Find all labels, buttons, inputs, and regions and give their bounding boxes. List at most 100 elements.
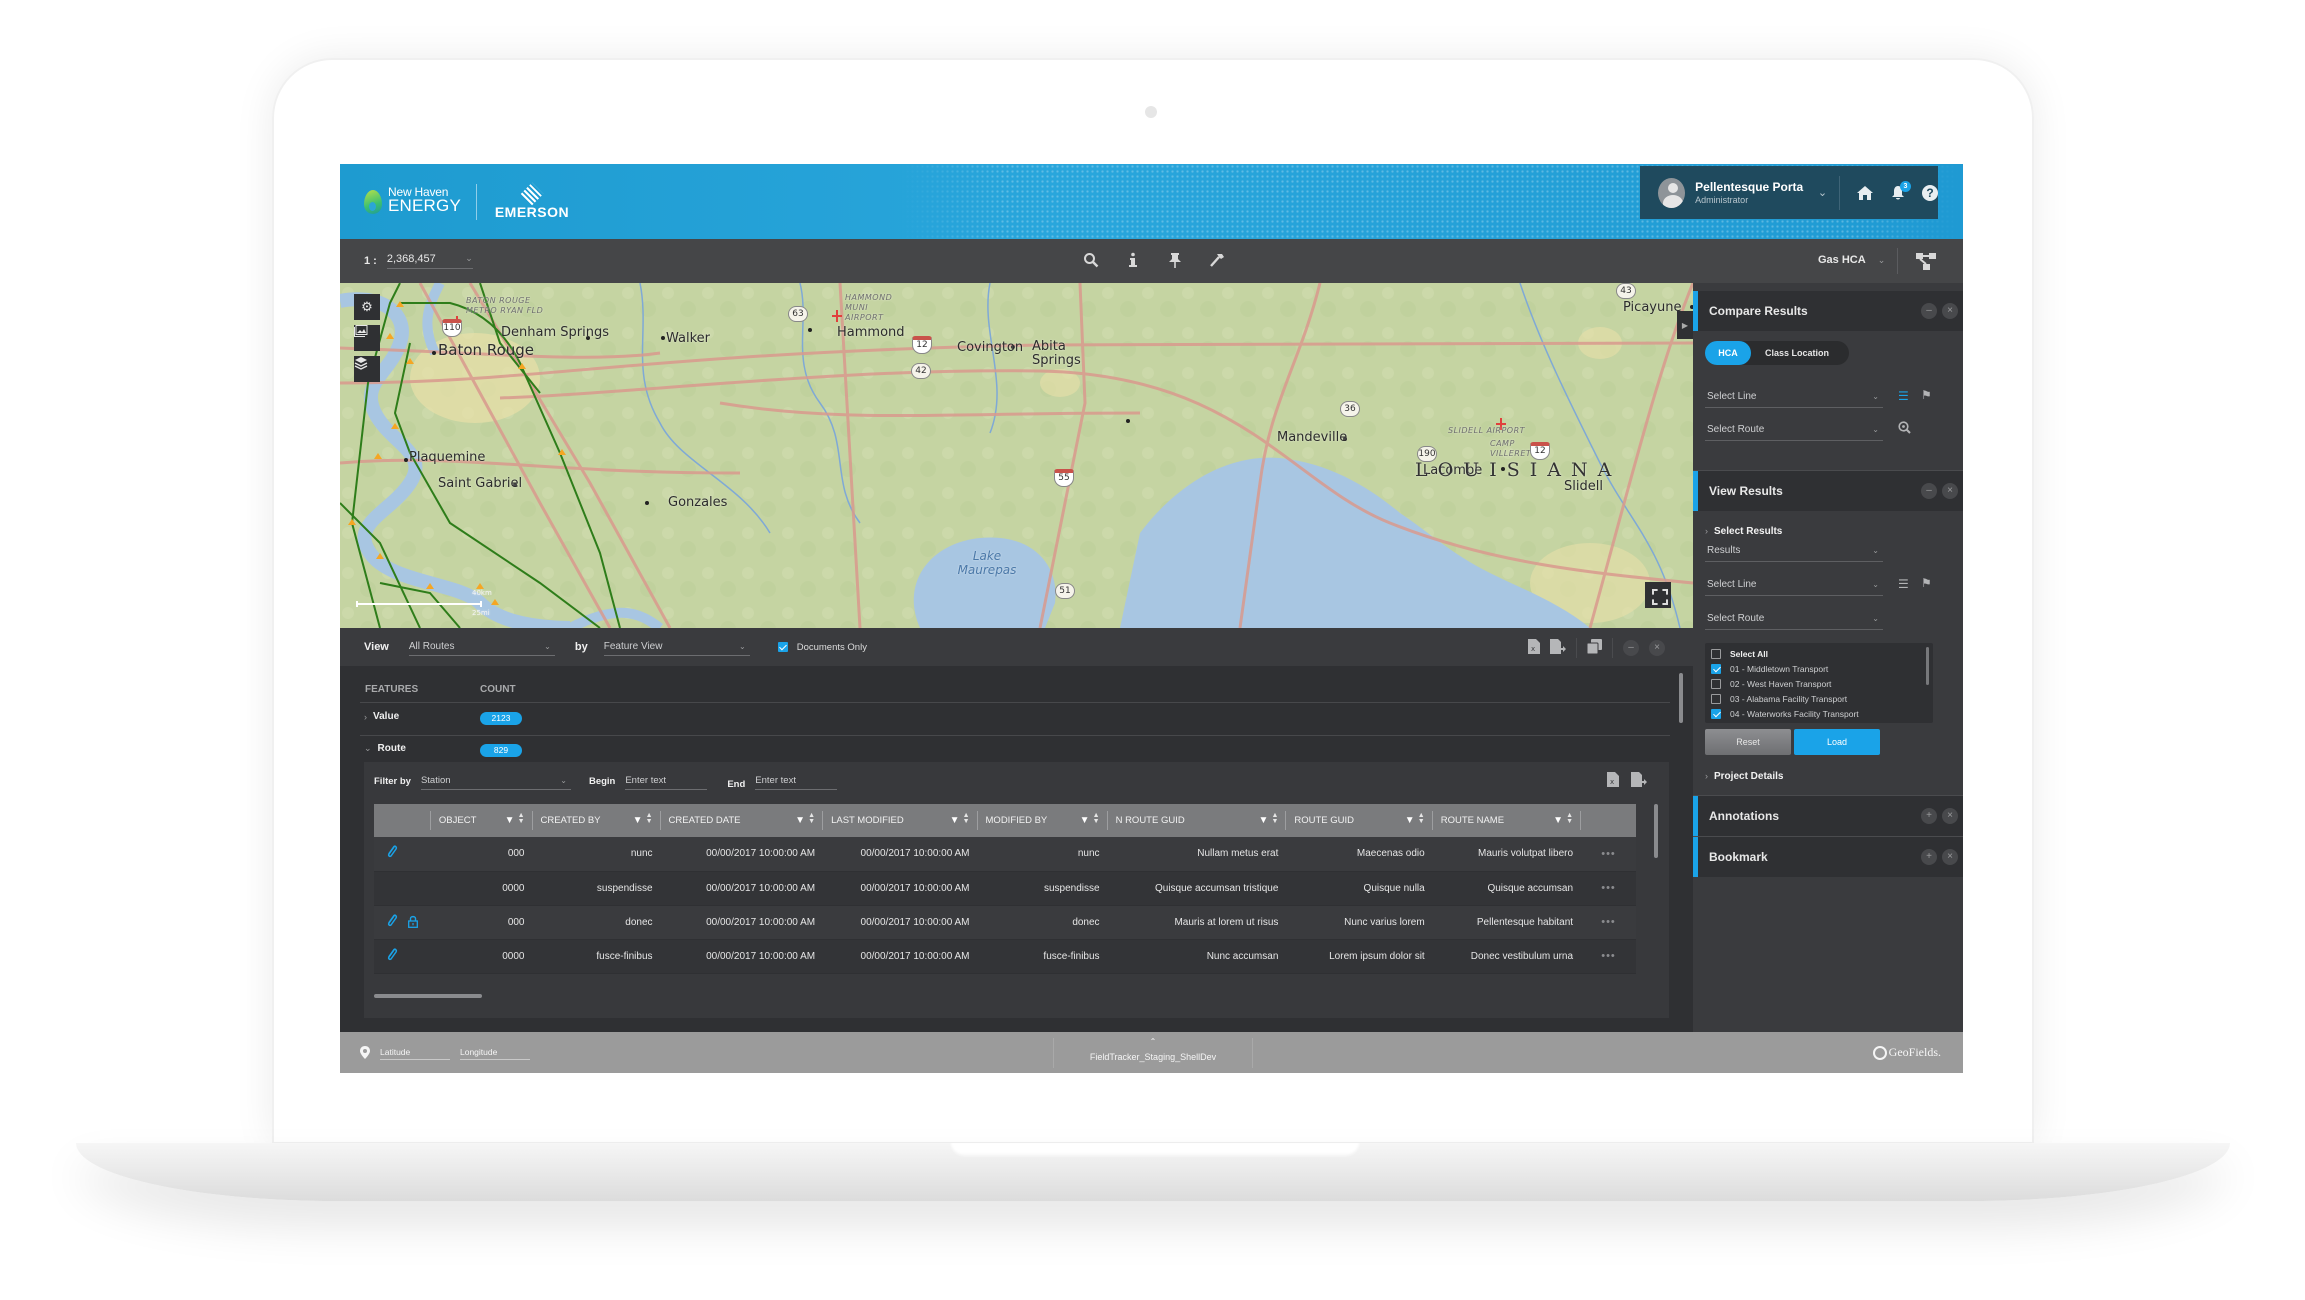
scale-dropdown[interactable]: 2,368,457 ⌄ xyxy=(386,253,473,269)
sort-icon[interactable]: ▲ ▼ xyxy=(808,812,815,825)
view-dropdown[interactable]: All Routes ⌄ xyxy=(408,638,555,656)
end-input[interactable]: Enter text xyxy=(755,772,838,790)
column-header-last-modified[interactable]: LAST MODIFIED ▼ ▲ ▼ xyxy=(823,804,978,837)
scale-selector[interactable]: 1 : 2,368,457 ⌄ xyxy=(364,253,473,269)
zoom-to-icon[interactable] xyxy=(1898,421,1911,437)
select-all-checkbox[interactable]: Select All xyxy=(1711,646,1933,661)
fullscreen-button[interactable] xyxy=(1645,582,1671,608)
layers-icon[interactable] xyxy=(354,356,380,382)
close-icon[interactable]: × xyxy=(1942,303,1958,319)
row-more-menu[interactable]: ••• xyxy=(1581,939,1636,973)
pin-icon[interactable] xyxy=(1164,249,1186,271)
table-row[interactable]: 0000 fusce-finibus 00/00/2017 10:00:00 AM 0… xyxy=(374,939,1636,973)
feature-row-value[interactable]: › Value xyxy=(364,711,399,722)
annotations-header[interactable]: Annotations + × xyxy=(1693,796,1963,836)
latitude-input[interactable]: Latitude xyxy=(380,1047,450,1060)
checkbox-checked[interactable] xyxy=(777,642,788,652)
select-results-toggle[interactable]: › Select Results xyxy=(1705,526,1782,537)
feature-row-route[interactable]: ⌄ Route xyxy=(364,743,406,754)
compare-select-line[interactable]: Select Line ⌄ xyxy=(1705,386,1883,408)
map-marker-icon[interactable]: ⚑ xyxy=(1921,576,1932,590)
attachment-icon[interactable] xyxy=(386,948,398,965)
results-dropdown[interactable]: Results ⌄ xyxy=(1705,540,1883,562)
column-header-object[interactable]: OBJECT ▼ ▲ ▼ xyxy=(431,804,533,837)
sort-icon[interactable]: ▲ ▼ xyxy=(518,812,525,825)
by-dropdown[interactable]: Feature View ⌄ xyxy=(603,638,750,656)
documents-only-checkbox[interactable]: Documents Only xyxy=(777,642,867,653)
load-button[interactable]: Load xyxy=(1794,729,1880,755)
attachment-icon[interactable] xyxy=(386,914,398,931)
sort-icon[interactable]: ▲ ▼ xyxy=(1093,812,1100,825)
bell-icon[interactable]: 3 xyxy=(1890,180,1911,201)
tab-class-location[interactable]: Class Location xyxy=(1765,348,1829,358)
project-details-toggle[interactable]: › Project Details xyxy=(1705,771,1783,782)
panel-collapse-toggle[interactable]: ▶ xyxy=(1677,311,1693,339)
checkbox[interactable] xyxy=(1711,693,1721,704)
info-icon[interactable] xyxy=(1122,249,1144,271)
sort-icon[interactable]: ▲ ▼ xyxy=(1566,812,1573,825)
new-haven-energy-logo[interactable]: New Haven ENERGY xyxy=(364,184,461,216)
begin-input[interactable]: Enter text xyxy=(625,772,708,790)
vertical-scrollbar[interactable] xyxy=(1654,804,1658,858)
column-header-created-by[interactable]: CREATED BY ▼ ▲ ▼ xyxy=(533,804,661,837)
sort-icon[interactable]: ▲ ▼ xyxy=(1418,812,1425,825)
filter-icon[interactable]: ▼ xyxy=(950,815,960,826)
filter-dropdown[interactable]: Station ⌄ xyxy=(420,772,571,790)
view-results-header[interactable]: View Results – × xyxy=(1693,471,1963,511)
table-row[interactable]: 000 nunc 00/00/2017 10:00:00 AM 00/00/2017 … xyxy=(374,837,1636,871)
horizontal-scrollbar[interactable] xyxy=(374,994,482,998)
table-row[interactable]: 000 donec 00/00/2017 10:00:00 AM 00/00/2017… xyxy=(374,905,1636,939)
map-marker-icon[interactable]: ⚑ xyxy=(1921,388,1932,402)
list-icon[interactable]: ☰ xyxy=(1898,577,1909,591)
copy-icon[interactable] xyxy=(1586,639,1602,657)
home-icon[interactable] xyxy=(1856,185,1874,201)
help-icon[interactable]: ? xyxy=(1922,184,1938,201)
filter-icon[interactable]: ▼ xyxy=(633,815,643,826)
table-row[interactable]: 0000 suspendisse 00/00/2017 10:00:00 AM 00/… xyxy=(374,871,1636,905)
checkbox-checked[interactable] xyxy=(1711,663,1721,674)
filter-icon[interactable]: ▼ xyxy=(1258,815,1268,826)
attachment-icon[interactable] xyxy=(386,845,398,862)
column-header-route-guid[interactable]: ROUTE GUID ▼ ▲ ▼ xyxy=(1286,804,1433,837)
row-more-menu[interactable]: ••• xyxy=(1581,905,1636,939)
column-header-created-date[interactable]: CREATED DATE ▼ ▲ ▼ xyxy=(661,804,824,837)
close-icon[interactable]: × xyxy=(1942,808,1958,824)
network-icon[interactable] xyxy=(1915,251,1937,271)
filter-icon[interactable]: ▼ xyxy=(795,815,805,826)
user-menu[interactable]: Pellentesque Porta Administrator ⌄ 3 ? xyxy=(1640,166,1938,219)
view-select-route[interactable]: Select Route ⌄ xyxy=(1705,608,1883,630)
tab-hca[interactable]: HCA xyxy=(1705,341,1751,365)
avatar[interactable] xyxy=(1658,177,1686,208)
close-icon[interactable]: × xyxy=(1942,483,1958,499)
list-scrollbar[interactable] xyxy=(1926,647,1929,685)
bookmark-header[interactable]: Bookmark + × xyxy=(1693,837,1963,877)
sort-icon[interactable]: ▲ ▼ xyxy=(646,812,653,825)
minimize-icon[interactable]: – xyxy=(1623,640,1639,656)
add-icon[interactable]: + xyxy=(1921,808,1937,824)
longitude-input[interactable]: Longitude xyxy=(460,1047,530,1060)
checkbox[interactable] xyxy=(1711,678,1721,689)
row-more-menu[interactable]: ••• xyxy=(1581,871,1636,905)
excel-export-icon[interactable]: x xyxy=(1607,772,1619,790)
layer-dropdown[interactable]: Gas HCA ⌄ xyxy=(1818,254,1885,266)
list-item[interactable]: 04 - Waterworks Facility Transport xyxy=(1711,706,1933,721)
export-icon[interactable] xyxy=(1550,639,1566,657)
list-icon[interactable]: ☰ xyxy=(1898,389,1909,403)
minimize-icon[interactable]: – xyxy=(1921,483,1937,499)
hammer-icon[interactable] xyxy=(1206,249,1228,271)
list-item[interactable]: 01 - Middletown Transport xyxy=(1711,661,1933,676)
close-icon[interactable]: × xyxy=(1942,849,1958,865)
sort-icon[interactable]: ▲ ▼ xyxy=(1271,812,1278,825)
chevron-down-icon[interactable]: ⌄ xyxy=(1818,186,1827,199)
search-icon[interactable] xyxy=(1080,249,1102,271)
lock-icon[interactable] xyxy=(408,915,418,931)
checkbox-checked[interactable] xyxy=(1711,708,1721,719)
environment-selector[interactable]: ⌃ FieldTracker_Staging_ShellDev xyxy=(1053,1038,1253,1068)
panel-scrollbar[interactable] xyxy=(1679,673,1683,723)
list-item[interactable]: 02 - West Haven Transport xyxy=(1711,676,1933,691)
export-icon[interactable] xyxy=(1631,772,1647,790)
filter-icon[interactable]: ▼ xyxy=(1405,815,1415,826)
row-more-menu[interactable]: ••• xyxy=(1581,837,1636,871)
column-header-route-name[interactable]: ROUTE NAME ▼ ▲ ▼ xyxy=(1433,804,1582,837)
map-canvas[interactable]: Baton Rouge Denham Springs Walker Hammon… xyxy=(340,283,1693,628)
